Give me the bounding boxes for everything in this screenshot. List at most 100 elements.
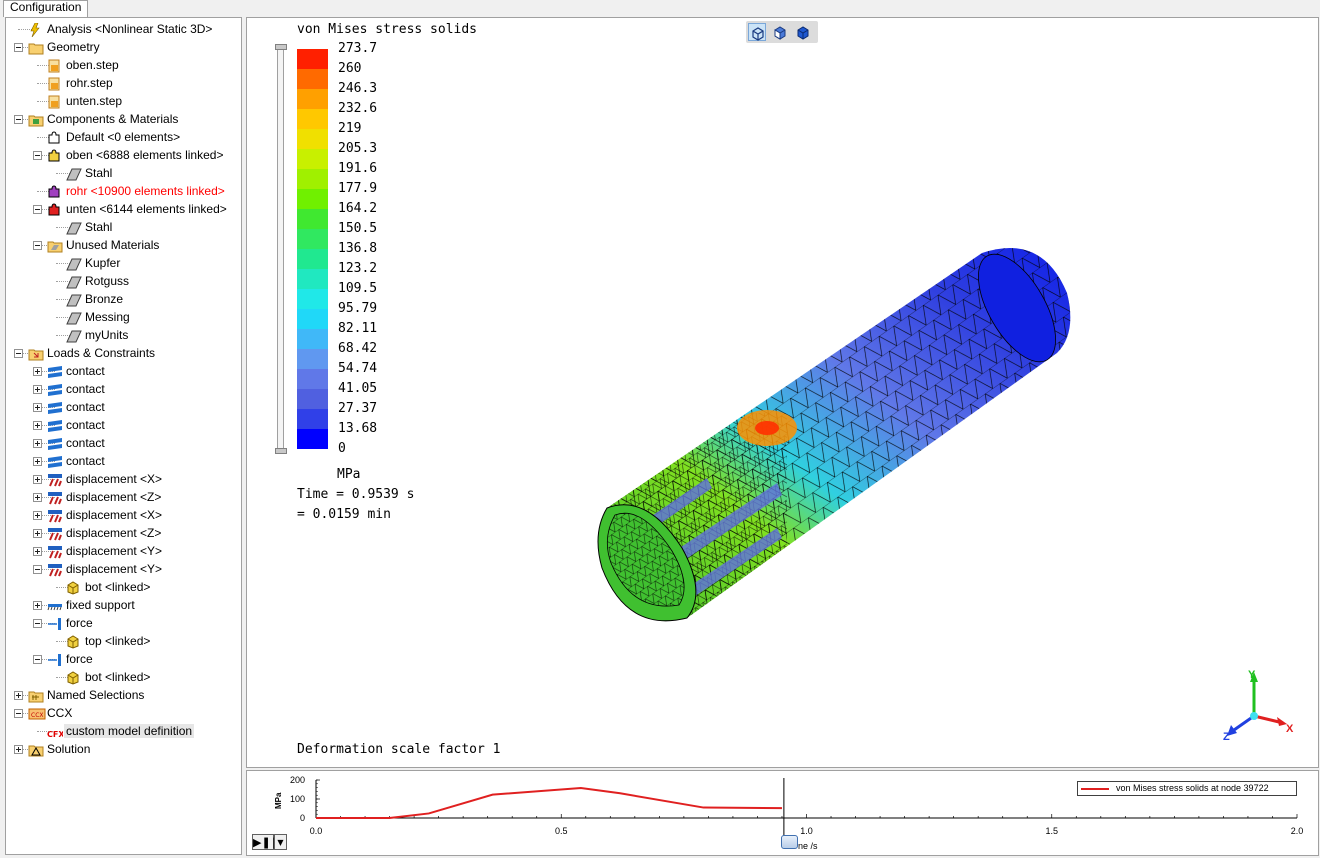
- tab-strip: Configuration: [0, 0, 1320, 17]
- collapse-icon[interactable]: [33, 565, 42, 574]
- tree-item[interactable]: oben <6888 elements linked>: [6, 146, 241, 164]
- tree-item[interactable]: Kupfer: [6, 254, 241, 272]
- expand-icon[interactable]: [33, 547, 42, 556]
- tree-item[interactable]: Bronze: [6, 290, 241, 308]
- wireframe-cube-icon[interactable]: [748, 23, 766, 41]
- collapse-icon[interactable]: [33, 655, 42, 664]
- series-line: [316, 786, 782, 819]
- expand-icon[interactable]: [33, 457, 42, 466]
- tree-item[interactable]: Named Selections: [6, 686, 241, 704]
- tree-item[interactable]: contact: [6, 452, 241, 470]
- collapse-icon[interactable]: [14, 349, 23, 358]
- tab-configuration[interactable]: Configuration: [3, 0, 89, 17]
- plot-legend: von Mises stress solids at node 39722: [1077, 781, 1297, 796]
- time-scrubber-handle[interactable]: [781, 835, 798, 849]
- solid-cube-icon[interactable]: [794, 23, 812, 41]
- collapse-icon[interactable]: [33, 241, 42, 250]
- tree-item[interactable]: displacement <X>: [6, 506, 241, 524]
- y-tick-label: 200: [290, 775, 305, 785]
- fem-mesh-model[interactable]: [587, 233, 1087, 628]
- tree-item[interactable]: myUnits: [6, 326, 241, 344]
- tree-item[interactable]: Geometry: [6, 38, 241, 56]
- colorbar-tick-label: 0: [338, 441, 346, 456]
- tree-item-label: Rotguss: [85, 274, 130, 288]
- tree-item[interactable]: CFX custom model definition: [6, 722, 241, 740]
- expand-icon[interactable]: [33, 601, 42, 610]
- play-pause-button[interactable]: ▶❚❚: [252, 834, 280, 850]
- collapse-icon[interactable]: [14, 709, 23, 718]
- expand-icon[interactable]: [33, 493, 42, 502]
- step-file-icon: [47, 94, 61, 109]
- tree-item[interactable]: displacement <Z>: [6, 488, 241, 506]
- collapse-icon[interactable]: [14, 115, 23, 124]
- colorbar-range-slider[interactable]: [277, 44, 284, 452]
- tree-item[interactable]: displacement <X>: [6, 470, 241, 488]
- tree-item[interactable]: Messing: [6, 308, 241, 326]
- tree-item[interactable]: Loads & Constraints: [6, 344, 241, 362]
- tree-item-label: contact: [66, 418, 105, 432]
- expand-icon[interactable]: [33, 529, 42, 538]
- expand-icon[interactable]: [33, 475, 42, 484]
- tree-item[interactable]: rohr.step: [6, 74, 241, 92]
- tree-item[interactable]: contact: [6, 362, 241, 380]
- graphics-viewport[interactable]: von Mises stress solids 273.7 260 246.3 232…: [246, 17, 1319, 768]
- tree-item[interactable]: Solution: [6, 740, 241, 758]
- tree-item[interactable]: fixed support: [6, 596, 241, 614]
- view-style-toolbar: [746, 21, 818, 43]
- tree-item[interactable]: contact: [6, 398, 241, 416]
- tree-item[interactable]: contact: [6, 380, 241, 398]
- material-icon: [66, 220, 82, 235]
- material-icon: [66, 256, 82, 271]
- tree-item-label: Geometry: [47, 40, 100, 54]
- tree-item[interactable]: top <linked>: [6, 632, 241, 650]
- tree-item[interactable]: Stahl: [6, 218, 241, 236]
- tree-item[interactable]: displacement <Y>: [6, 542, 241, 560]
- expand-icon[interactable]: [33, 511, 42, 520]
- tree-item[interactable]: bot <linked>: [6, 668, 241, 686]
- tree-item-label: Default <0 elements>: [66, 130, 181, 144]
- tree-item[interactable]: Stahl: [6, 164, 241, 182]
- colorbar-tick-label: 273.7: [338, 41, 378, 56]
- colorbar-tick-label: 164.2: [338, 201, 378, 216]
- tree-item[interactable]: force: [6, 650, 241, 668]
- tree-item[interactable]: Default <0 elements>: [6, 128, 241, 146]
- expand-icon[interactable]: [14, 691, 23, 700]
- tree-item[interactable]: displacement <Z>: [6, 524, 241, 542]
- tree-item-label: Kupfer: [85, 256, 121, 270]
- expand-icon[interactable]: [33, 439, 42, 448]
- tree-item[interactable]: unten <6144 elements linked>: [6, 200, 241, 218]
- tree-item[interactable]: bot <linked>: [6, 578, 241, 596]
- tree-item[interactable]: contact: [6, 416, 241, 434]
- time-minutes: = 0.0159 min: [297, 507, 391, 522]
- tree-item[interactable]: force: [6, 614, 241, 632]
- tree-item-label: bot <linked>: [85, 580, 151, 594]
- shaded-cube-icon[interactable]: [771, 23, 789, 41]
- colorbar-max-handle[interactable]: [275, 44, 287, 50]
- expand-icon[interactable]: [33, 385, 42, 394]
- tree-item[interactable]: displacement <Y>: [6, 560, 241, 578]
- tree-item[interactable]: Unused Materials: [6, 236, 241, 254]
- displacement-icon: [47, 472, 62, 487]
- tree-item[interactable]: Components & Materials: [6, 110, 241, 128]
- tree-item[interactable]: Analysis <Nonlinear Static 3D>: [6, 20, 241, 38]
- colorbar-min-handle[interactable]: [275, 448, 287, 454]
- tree-item[interactable]: contact: [6, 434, 241, 452]
- tree-item[interactable]: oben.step: [6, 56, 241, 74]
- tree-item[interactable]: CCX CCX: [6, 704, 241, 722]
- svg-text:CFX: CFX: [47, 730, 63, 739]
- collapse-icon[interactable]: [33, 205, 42, 214]
- expand-icon[interactable]: [33, 421, 42, 430]
- collapse-icon[interactable]: [14, 43, 23, 52]
- tree-item[interactable]: Rotguss: [6, 272, 241, 290]
- contact-icon: [47, 418, 62, 432]
- colorbar-band: [297, 129, 328, 149]
- playback-options-dropdown[interactable]: ▼: [274, 834, 287, 850]
- tree-item[interactable]: unten.step: [6, 92, 241, 110]
- material-icon: [66, 274, 82, 289]
- expand-icon[interactable]: [33, 367, 42, 376]
- collapse-icon[interactable]: [33, 151, 42, 160]
- expand-icon[interactable]: [14, 745, 23, 754]
- tree-item[interactable]: rohr <10900 elements linked>: [6, 182, 241, 200]
- collapse-icon[interactable]: [33, 619, 42, 628]
- expand-icon[interactable]: [33, 403, 42, 412]
